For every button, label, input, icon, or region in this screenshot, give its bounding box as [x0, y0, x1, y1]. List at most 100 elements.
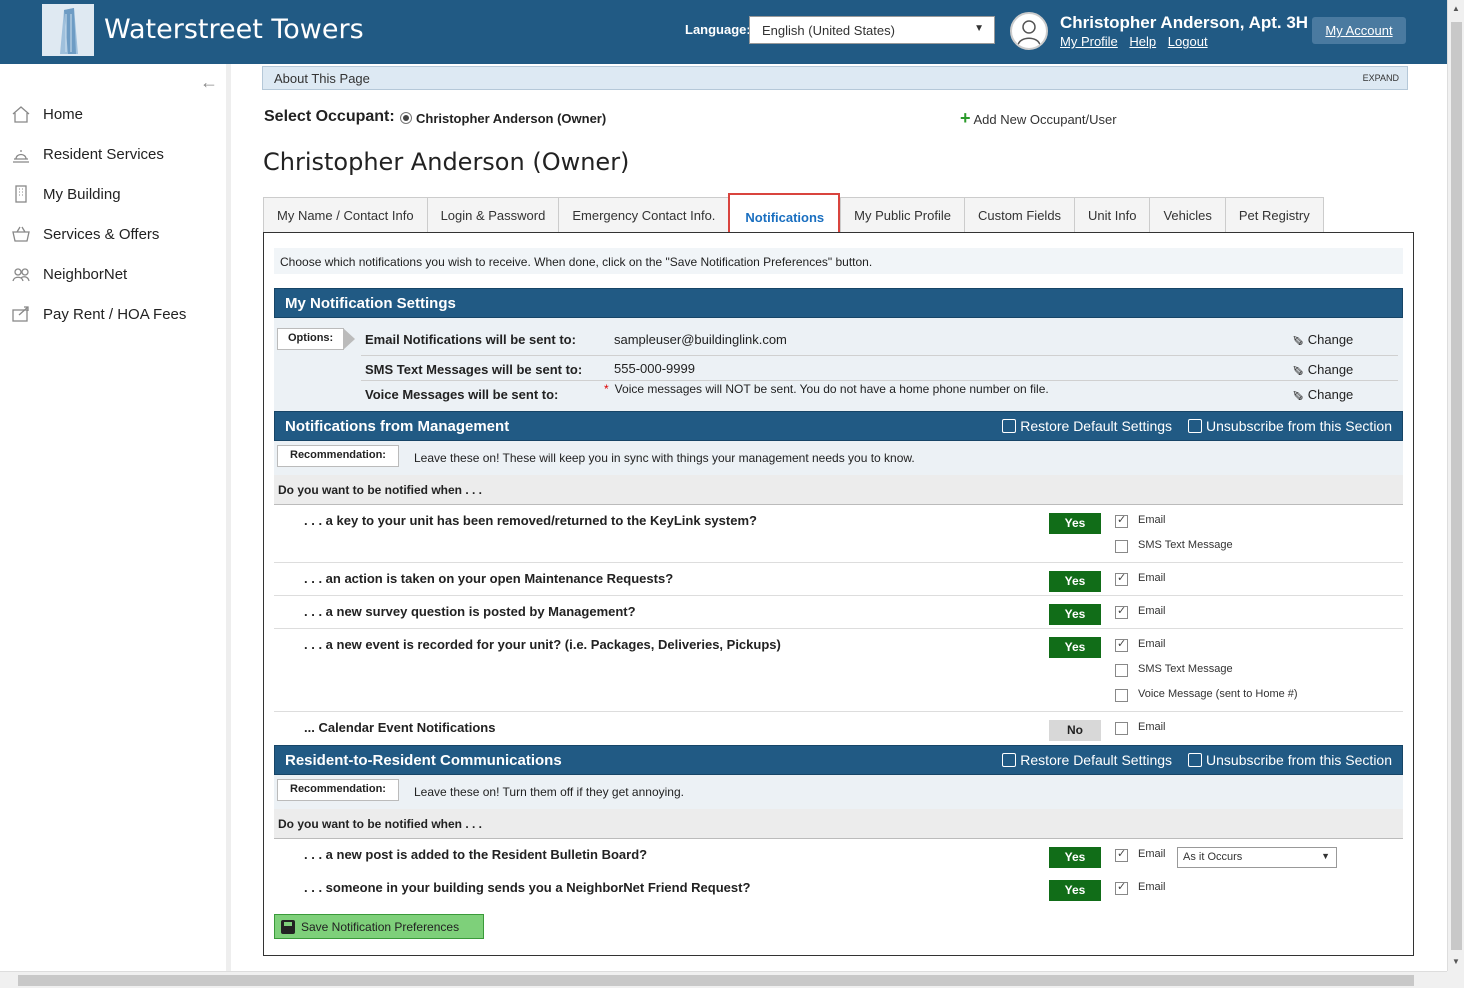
sidebar-item-services-offers[interactable]: Services & Offers [0, 214, 226, 254]
email-checkbox[interactable] [1115, 722, 1128, 735]
sidebar-item-home[interactable]: Home [0, 94, 226, 134]
section-title: Resident-to-Resident Communications [285, 752, 562, 769]
my-profile-link[interactable]: My Profile [1060, 34, 1118, 49]
tab-emergency-contact-info[interactable]: Emergency Contact Info. [558, 197, 729, 233]
restore-defaults-resident[interactable]: Restore Default Settings [1002, 752, 1172, 768]
about-page-label: About This Page [274, 71, 370, 86]
email-label: Email [1138, 572, 1166, 584]
building-icon [10, 183, 32, 205]
recommendation-area: Recommendation: Leave these on! These wi… [274, 441, 1403, 475]
sidebar-item-neighbornet[interactable]: NeighborNet [0, 254, 226, 294]
help-link[interactable]: Help [1129, 34, 1156, 49]
add-occupant-link[interactable]: + Add New Occupant/User [960, 108, 1117, 129]
question-text: . . . an action is taken on your open Ma… [304, 571, 674, 586]
language-select[interactable]: English (United States) ▼ [749, 16, 995, 44]
email-checkbox[interactable] [1115, 571, 1128, 586]
sidebar-nav: Home Resident Services My Building Servi… [0, 94, 226, 334]
tab-pet-registry[interactable]: Pet Registry [1224, 197, 1324, 233]
email-label: Email [1138, 721, 1166, 733]
change-email-button[interactable]: ✎ Change [1292, 331, 1353, 348]
checkbox[interactable] [1002, 419, 1017, 433]
sidebar-item-label: Home [43, 105, 84, 123]
tab-my-public-profile[interactable]: My Public Profile [840, 197, 964, 233]
recommendation-tag: Recommendation: [277, 445, 399, 467]
change-voice-button[interactable]: ✎ Change [1292, 386, 1353, 403]
basket-icon [10, 223, 32, 245]
chevron-down-icon: ▼ [1321, 851, 1330, 861]
yes-toggle[interactable]: Yes [1049, 637, 1101, 658]
tab-unit-info[interactable]: Unit Info [1074, 197, 1150, 233]
vertical-scrollbar[interactable]: ▲ ▼ [1447, 0, 1464, 971]
email-checkbox[interactable] [1115, 637, 1128, 652]
checkbox[interactable] [1188, 753, 1203, 767]
sidebar-item-my-building[interactable]: My Building [0, 174, 226, 214]
logout-link[interactable]: Logout [1168, 34, 1208, 49]
user-name: Christopher Anderson, Apt. 3H [1060, 13, 1309, 32]
notification-settings-area: Options: Email Notifications will be sen… [274, 318, 1403, 411]
pencil-icon: ✎ [1292, 362, 1304, 378]
yes-toggle[interactable]: Yes [1049, 847, 1101, 868]
tab-custom-fields[interactable]: Custom Fields [963, 197, 1075, 233]
building-logo[interactable] [42, 4, 94, 56]
about-page-bar[interactable]: About This Page EXPAND [262, 66, 1408, 90]
change-sms-button[interactable]: ✎ Change [1292, 361, 1353, 378]
yes-toggle[interactable]: Yes [1049, 604, 1101, 625]
question-row: . . . a new survey question is posted by… [274, 596, 1403, 629]
scroll-down-icon[interactable]: ▼ [1452, 957, 1460, 966]
email-checkbox[interactable] [1115, 604, 1128, 619]
unsubscribe-management[interactable]: Unsubscribe from this Section [1188, 418, 1392, 434]
sidebar-item-label: Pay Rent / HOA Fees [43, 305, 187, 323]
tab-vehicles[interactable]: Vehicles [1149, 197, 1225, 233]
recommendation-text: Leave these on! These will keep you in s… [414, 451, 915, 465]
scroll-up-icon[interactable]: ▲ [1452, 4, 1460, 13]
question-prompt: Do you want to be notified when . . . [274, 809, 1403, 839]
sms-checkbox[interactable] [1115, 664, 1128, 677]
restore-label: Restore Default Settings [1020, 418, 1173, 434]
options-tag: Options: [277, 328, 356, 350]
horizontal-scrollbar[interactable] [0, 971, 1447, 988]
restore-label: Restore Default Settings [1020, 752, 1173, 768]
frequency-select[interactable]: As it Occurs ▼ [1177, 847, 1337, 868]
no-toggle[interactable]: No [1049, 720, 1101, 741]
expand-link[interactable]: EXPAND [1363, 73, 1399, 83]
sidebar-item-pay-rent[interactable]: Pay Rent / HOA Fees [0, 294, 226, 334]
restore-defaults-management[interactable]: Restore Default Settings [1002, 418, 1172, 434]
tab-my-name-contact-info[interactable]: My Name / Contact Info [263, 197, 427, 233]
checkbox[interactable] [1188, 419, 1203, 433]
main-content: About This Page EXPAND Select Occupant: … [231, 64, 1447, 971]
email-label: Email [1138, 881, 1166, 893]
voice-checkbox[interactable] [1115, 689, 1128, 702]
sms-checkbox[interactable] [1115, 540, 1128, 553]
yes-toggle[interactable]: Yes [1049, 571, 1101, 592]
site-title[interactable]: Waterstreet Towers [104, 14, 364, 45]
recommendation-tag: Recommendation: [277, 779, 399, 801]
sms-label: SMS Text Message [1138, 663, 1233, 675]
question-text: . . . a new post is added to the Residen… [304, 847, 648, 862]
save-disk-icon [281, 919, 295, 934]
voice-destination-label: Voice Messages will be sent to: [365, 387, 559, 402]
my-account-button[interactable]: My Account [1312, 17, 1406, 44]
email-checkbox[interactable] [1115, 513, 1128, 528]
email-label: Email [1138, 605, 1166, 617]
question-prompt: Do you want to be notified when . . . [274, 475, 1403, 505]
unsubscribe-resident[interactable]: Unsubscribe from this Section [1188, 752, 1392, 768]
collapse-arrow-icon[interactable]: ← [200, 72, 218, 93]
horizontal-scroll-thumb[interactable] [18, 975, 1414, 986]
yes-toggle[interactable]: Yes [1049, 880, 1101, 901]
tab-login-password[interactable]: Login & Password [426, 197, 559, 233]
question-row: . . . a new event is recorded for your u… [274, 629, 1403, 712]
checkbox[interactable] [1002, 753, 1017, 767]
save-preferences-button[interactable]: Save Notification Preferences [274, 914, 484, 939]
yes-toggle[interactable]: Yes [1049, 513, 1101, 534]
section-header-resident-communications: Resident-to-Resident Communications Rest… [274, 745, 1403, 775]
change-label: Change [1307, 362, 1354, 377]
vertical-scroll-thumb[interactable] [1451, 22, 1462, 950]
sidebar-item-resident-services[interactable]: Resident Services [0, 134, 226, 174]
bell-icon [10, 143, 32, 165]
section-title: My Notification Settings [285, 295, 456, 312]
avatar[interactable] [1010, 12, 1048, 50]
occupant-radio-label[interactable]: Christopher Anderson (Owner) [416, 111, 606, 126]
occupant-radio[interactable] [400, 112, 412, 124]
email-checkbox[interactable] [1115, 880, 1128, 895]
email-checkbox[interactable] [1115, 847, 1128, 862]
